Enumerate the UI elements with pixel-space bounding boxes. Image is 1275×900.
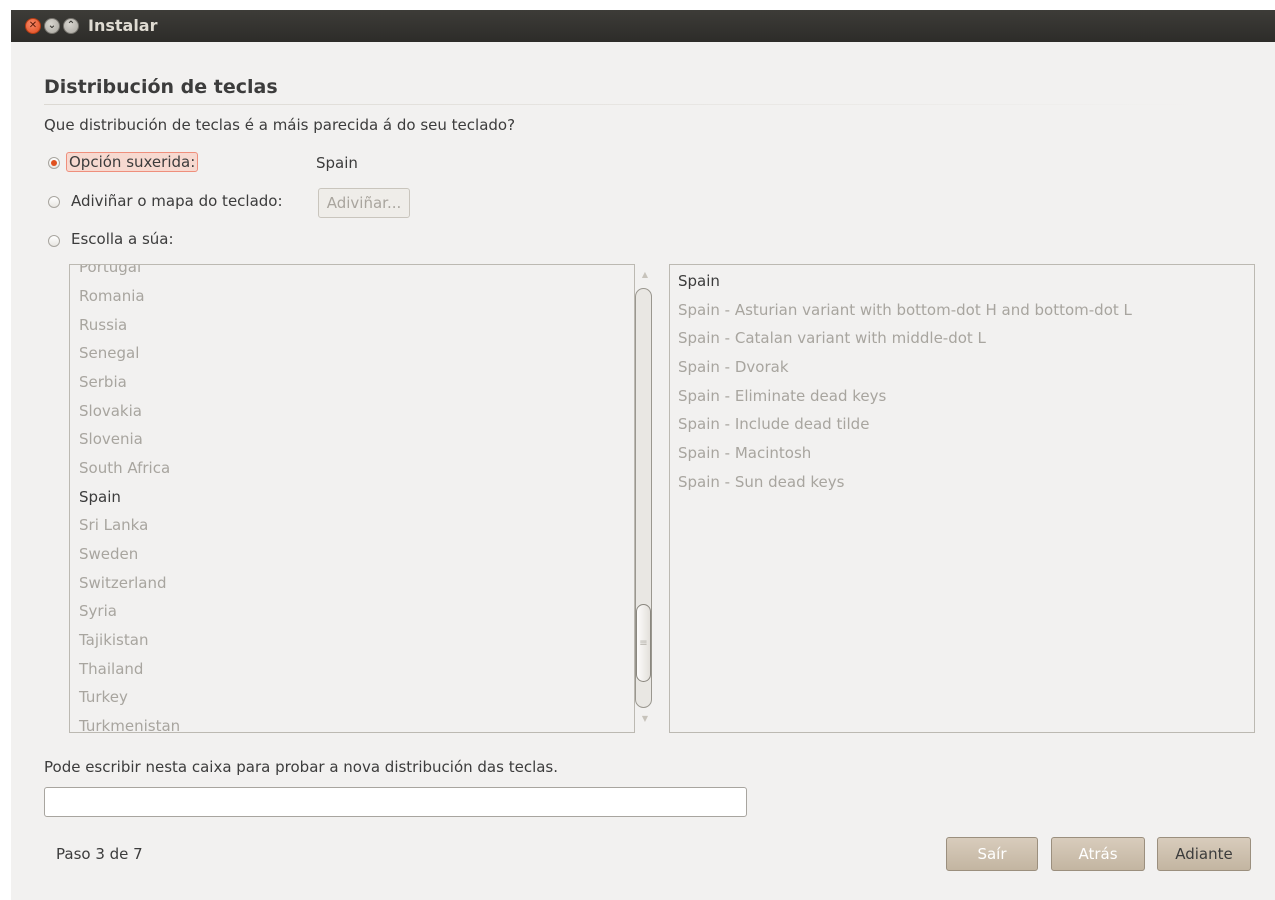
forward-button[interactable]: Adiante: [1157, 837, 1251, 871]
installer-window: ✕ ⌄ ⌃ Instalar Distribución de teclas Qu…: [11, 10, 1275, 900]
title-bar[interactable]: ✕ ⌄ ⌃ Instalar: [11, 10, 1275, 42]
country-list[interactable]: Portugal Romania Russia Senegal Serbia S…: [69, 264, 635, 733]
country-item[interactable]: Syria: [79, 602, 117, 620]
country-item[interactable]: Portugal: [79, 265, 141, 276]
variant-item[interactable]: Spain - Dvorak: [678, 358, 789, 376]
country-item[interactable]: Thailand: [79, 660, 143, 678]
minimize-icon[interactable]: ⌄: [44, 18, 60, 34]
country-item[interactable]: South Africa: [79, 459, 170, 477]
country-item[interactable]: Turkey: [79, 688, 128, 706]
choose-radio[interactable]: [48, 235, 60, 247]
country-item[interactable]: Tajikistan: [79, 631, 148, 649]
country-item[interactable]: Serbia: [79, 373, 127, 391]
maximize-icon[interactable]: ⌃: [63, 18, 79, 34]
variant-item[interactable]: Spain - Include dead tilde: [678, 415, 869, 433]
variant-item-selected[interactable]: Spain: [678, 272, 720, 290]
variant-item[interactable]: Spain - Eliminate dead keys: [678, 387, 886, 405]
guess-label[interactable]: Adiviñar o mapa do teclado:: [71, 192, 283, 210]
close-icon[interactable]: ✕: [25, 18, 41, 34]
test-input[interactable]: [44, 787, 747, 817]
country-item[interactable]: Switzerland: [79, 574, 167, 592]
country-item[interactable]: Slovenia: [79, 430, 143, 448]
guess-button[interactable]: Adiviñar...: [318, 188, 410, 218]
window-title: Instalar: [88, 16, 158, 35]
country-item[interactable]: Slovakia: [79, 402, 142, 420]
quit-button[interactable]: Saír: [946, 837, 1038, 871]
variant-item[interactable]: Spain - Asturian variant with bottom-dot…: [678, 301, 1132, 319]
page-heading: Distribución de teclas: [44, 76, 278, 98]
variant-list[interactable]: Spain Spain - Asturian variant with bott…: [669, 264, 1255, 733]
country-item[interactable]: Senegal: [79, 344, 139, 362]
country-item[interactable]: Romania: [79, 287, 145, 305]
country-item[interactable]: Turkmenistan: [79, 717, 180, 732]
scroll-up-icon[interactable]: ▲: [638, 270, 652, 282]
suggested-label[interactable]: Opción suxerida:: [66, 152, 199, 172]
variant-item[interactable]: Spain - Sun dead keys: [678, 473, 844, 491]
country-item[interactable]: Russia: [79, 316, 127, 334]
country-item[interactable]: Sweden: [79, 545, 138, 563]
page-question: Que distribución de teclas é a máis pare…: [44, 116, 516, 134]
country-item[interactable]: Sri Lanka: [79, 516, 148, 534]
back-button[interactable]: Atrás: [1051, 837, 1145, 871]
choose-label[interactable]: Escolla a súa:: [71, 230, 174, 248]
variant-item[interactable]: Spain - Macintosh: [678, 444, 811, 462]
country-scrollbar-thumb[interactable]: ≡: [636, 604, 651, 682]
scroll-down-icon[interactable]: ▼: [638, 714, 652, 726]
heading-divider: [44, 104, 1204, 105]
variant-item[interactable]: Spain - Catalan variant with middle-dot …: [678, 329, 986, 347]
country-item-selected[interactable]: Spain: [79, 488, 121, 506]
test-hint: Pode escribir nesta caixa para probar a …: [44, 758, 559, 776]
guess-radio[interactable]: [48, 196, 60, 208]
suggested-value: Spain: [316, 154, 358, 172]
suggested-radio[interactable]: [48, 157, 60, 169]
step-indicator: Paso 3 de 7: [56, 845, 143, 863]
